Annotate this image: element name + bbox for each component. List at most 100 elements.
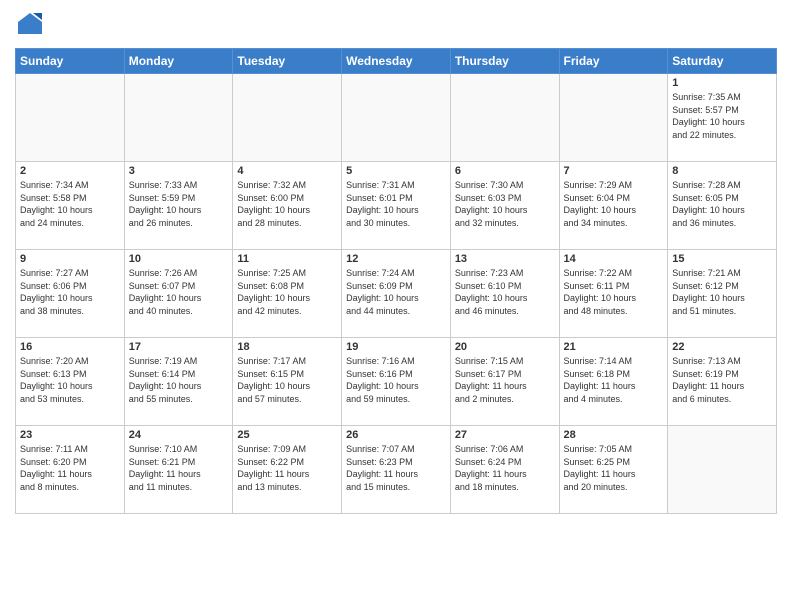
calendar-cell: 12 Sunrise: 7:24 AM Sunset: 6:09 PM Dayli… (342, 250, 451, 338)
calendar-cell: 10 Sunrise: 7:26 AM Sunset: 6:07 PM Dayli… (124, 250, 233, 338)
day-number: 22 (672, 341, 772, 353)
day-info: Sunrise: 7:29 AM Sunset: 6:04 PM Dayligh… (564, 179, 664, 229)
calendar-cell: 11 Sunrise: 7:25 AM Sunset: 6:08 PM Dayli… (233, 250, 342, 338)
calendar-header-saturday: Saturday (668, 49, 777, 74)
calendar-cell: 2 Sunrise: 7:34 AM Sunset: 5:58 PM Daylig… (16, 162, 125, 250)
day-number: 21 (564, 341, 664, 353)
calendar-cell: 20 Sunrise: 7:15 AM Sunset: 6:17 PM Dayli… (450, 338, 559, 426)
calendar-cell: 24 Sunrise: 7:10 AM Sunset: 6:21 PM Dayli… (124, 426, 233, 514)
logo-icon (15, 10, 45, 40)
calendar-cell (233, 74, 342, 162)
calendar-header-row: SundayMondayTuesdayWednesdayThursdayFrid… (16, 49, 777, 74)
day-number: 8 (672, 165, 772, 177)
calendar-cell: 23 Sunrise: 7:11 AM Sunset: 6:20 PM Dayli… (16, 426, 125, 514)
day-info: Sunrise: 7:27 AM Sunset: 6:06 PM Dayligh… (20, 267, 120, 317)
day-info: Sunrise: 7:34 AM Sunset: 5:58 PM Dayligh… (20, 179, 120, 229)
day-number: 25 (237, 429, 337, 441)
day-info: Sunrise: 7:13 AM Sunset: 6:19 PM Dayligh… (672, 355, 772, 405)
calendar-cell: 15Sunrise: 7:21 AM Sunset: 6:12 PM Dayli… (668, 250, 777, 338)
calendar-cell (124, 74, 233, 162)
day-number: 7 (564, 165, 664, 177)
calendar-header-thursday: Thursday (450, 49, 559, 74)
day-number: 4 (237, 165, 337, 177)
day-number: 2 (20, 165, 120, 177)
day-info: Sunrise: 7:19 AM Sunset: 6:14 PM Dayligh… (129, 355, 229, 405)
day-info: Sunrise: 7:05 AM Sunset: 6:25 PM Dayligh… (564, 443, 664, 493)
calendar-week-3: 9 Sunrise: 7:27 AM Sunset: 6:06 PM Daylig… (16, 250, 777, 338)
day-info: Sunrise: 7:32 AM Sunset: 6:00 PM Dayligh… (237, 179, 337, 229)
calendar-header-wednesday: Wednesday (342, 49, 451, 74)
calendar-cell: 17 Sunrise: 7:19 AM Sunset: 6:14 PM Dayli… (124, 338, 233, 426)
day-info: Sunrise: 7:33 AM Sunset: 5:59 PM Dayligh… (129, 179, 229, 229)
day-info: Sunrise: 7:22 AM Sunset: 6:11 PM Dayligh… (564, 267, 664, 317)
calendar-cell: 19 Sunrise: 7:16 AM Sunset: 6:16 PM Dayli… (342, 338, 451, 426)
day-info: Sunrise: 7:11 AM Sunset: 6:20 PM Dayligh… (20, 443, 120, 493)
calendar-cell: 16Sunrise: 7:20 AM Sunset: 6:13 PM Dayli… (16, 338, 125, 426)
day-info: Sunrise: 7:25 AM Sunset: 6:08 PM Dayligh… (237, 267, 337, 317)
calendar-cell: 7 Sunrise: 7:29 AM Sunset: 6:04 PM Daylig… (559, 162, 668, 250)
calendar-week-4: 16Sunrise: 7:20 AM Sunset: 6:13 PM Dayli… (16, 338, 777, 426)
day-number: 6 (455, 165, 555, 177)
calendar-cell: 26 Sunrise: 7:07 AM Sunset: 6:23 PM Dayli… (342, 426, 451, 514)
calendar-cell: 6 Sunrise: 7:30 AM Sunset: 6:03 PM Daylig… (450, 162, 559, 250)
day-info: Sunrise: 7:10 AM Sunset: 6:21 PM Dayligh… (129, 443, 229, 493)
day-number: 12 (346, 253, 446, 265)
calendar-cell: 8 Sunrise: 7:28 AM Sunset: 6:05 PM Daylig… (668, 162, 777, 250)
calendar-cell: 25 Sunrise: 7:09 AM Sunset: 6:22 PM Dayli… (233, 426, 342, 514)
calendar-cell: 21Sunrise: 7:14 AM Sunset: 6:18 PM Dayli… (559, 338, 668, 426)
day-number: 19 (346, 341, 446, 353)
day-number: 13 (455, 253, 555, 265)
calendar-cell: 14Sunrise: 7:22 AM Sunset: 6:11 PM Dayli… (559, 250, 668, 338)
calendar-cell (450, 74, 559, 162)
day-info: Sunrise: 7:31 AM Sunset: 6:01 PM Dayligh… (346, 179, 446, 229)
calendar-cell: 5 Sunrise: 7:31 AM Sunset: 6:01 PM Daylig… (342, 162, 451, 250)
day-info: Sunrise: 7:09 AM Sunset: 6:22 PM Dayligh… (237, 443, 337, 493)
day-number: 18 (237, 341, 337, 353)
calendar-week-2: 2 Sunrise: 7:34 AM Sunset: 5:58 PM Daylig… (16, 162, 777, 250)
calendar-cell (342, 74, 451, 162)
calendar-cell (16, 74, 125, 162)
calendar-cell: 28 Sunrise: 7:05 AM Sunset: 6:25 PM Dayli… (559, 426, 668, 514)
day-number: 24 (129, 429, 229, 441)
calendar-cell: 3 Sunrise: 7:33 AM Sunset: 5:59 PM Daylig… (124, 162, 233, 250)
day-number: 1 (672, 77, 772, 89)
day-info: Sunrise: 7:35 AM Sunset: 5:57 PM Dayligh… (672, 91, 772, 141)
calendar-header-friday: Friday (559, 49, 668, 74)
day-number: 28 (564, 429, 664, 441)
day-number: 15 (672, 253, 772, 265)
calendar-header-sunday: Sunday (16, 49, 125, 74)
calendar-header-tuesday: Tuesday (233, 49, 342, 74)
day-number: 20 (455, 341, 555, 353)
day-number: 16 (20, 341, 120, 353)
header (15, 10, 777, 40)
day-number: 10 (129, 253, 229, 265)
calendar-table: SundayMondayTuesdayWednesdayThursdayFrid… (15, 48, 777, 514)
day-info: Sunrise: 7:26 AM Sunset: 6:07 PM Dayligh… (129, 267, 229, 317)
day-number: 11 (237, 253, 337, 265)
day-info: Sunrise: 7:16 AM Sunset: 6:16 PM Dayligh… (346, 355, 446, 405)
day-number: 9 (20, 253, 120, 265)
day-info: Sunrise: 7:23 AM Sunset: 6:10 PM Dayligh… (455, 267, 555, 317)
day-number: 27 (455, 429, 555, 441)
day-info: Sunrise: 7:15 AM Sunset: 6:17 PM Dayligh… (455, 355, 555, 405)
day-number: 3 (129, 165, 229, 177)
day-info: Sunrise: 7:17 AM Sunset: 6:15 PM Dayligh… (237, 355, 337, 405)
calendar-week-5: 23 Sunrise: 7:11 AM Sunset: 6:20 PM Dayli… (16, 426, 777, 514)
calendar-cell: 4 Sunrise: 7:32 AM Sunset: 6:00 PM Daylig… (233, 162, 342, 250)
calendar-cell: 9 Sunrise: 7:27 AM Sunset: 6:06 PM Daylig… (16, 250, 125, 338)
day-info: Sunrise: 7:28 AM Sunset: 6:05 PM Dayligh… (672, 179, 772, 229)
day-number: 5 (346, 165, 446, 177)
calendar-cell: 13 Sunrise: 7:23 AM Sunset: 6:10 PM Dayli… (450, 250, 559, 338)
calendar-cell: 22 Sunrise: 7:13 AM Sunset: 6:19 PM Dayli… (668, 338, 777, 426)
logo (15, 10, 49, 40)
day-number: 17 (129, 341, 229, 353)
day-number: 23 (20, 429, 120, 441)
page: SundayMondayTuesdayWednesdayThursdayFrid… (0, 0, 792, 612)
day-number: 26 (346, 429, 446, 441)
calendar-cell: 18 Sunrise: 7:17 AM Sunset: 6:15 PM Dayli… (233, 338, 342, 426)
calendar-week-1: 1 Sunrise: 7:35 AM Sunset: 5:57 PM Daylig… (16, 74, 777, 162)
day-info: Sunrise: 7:30 AM Sunset: 6:03 PM Dayligh… (455, 179, 555, 229)
day-info: Sunrise: 7:24 AM Sunset: 6:09 PM Dayligh… (346, 267, 446, 317)
day-info: Sunrise: 7:07 AM Sunset: 6:23 PM Dayligh… (346, 443, 446, 493)
calendar-cell: 1 Sunrise: 7:35 AM Sunset: 5:57 PM Daylig… (668, 74, 777, 162)
